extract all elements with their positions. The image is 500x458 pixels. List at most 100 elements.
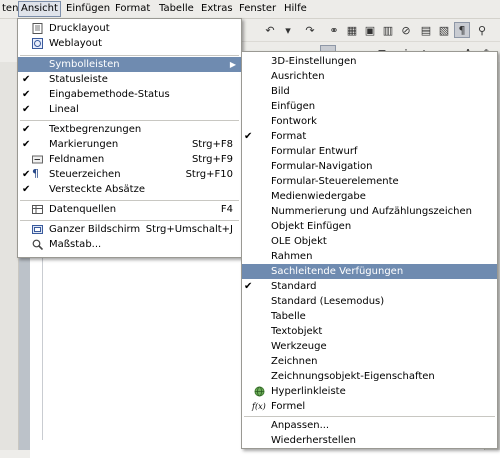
menu-item-label: Lineal (49, 104, 79, 115)
formatting-marks-icon[interactable]: ¶ (454, 22, 470, 38)
menu-item-label: Versteckte Absätze (49, 184, 146, 195)
navigator-icon[interactable]: ⊘ (398, 22, 414, 38)
submenu-item-bullets-numbering[interactable]: Nummerierung und Aufzählungszeichen (242, 204, 497, 219)
submenu-item-customize[interactable]: Anpassen... (242, 418, 497, 433)
checkmark-icon: ✔ (244, 281, 253, 292)
menu-item-label: Ganzer Bildschirm (49, 224, 141, 235)
submenu-item-frame[interactable]: Rahmen (242, 249, 497, 264)
menu-item-label: Textobjekt (271, 326, 323, 337)
submenu-item-drawing[interactable]: Zeichnen (242, 354, 497, 369)
menu-bar: ten Ansicht Einfügen Format Tabelle Extr… (0, 0, 500, 19)
menu-format[interactable]: Format (113, 2, 152, 16)
menu-item-label: Weblayout (49, 38, 103, 49)
menu-item-data-sources[interactable]: Datenquellen F4 (18, 202, 241, 217)
menu-item-label: Datenquellen (49, 204, 117, 215)
menu-insert[interactable]: Einfügen (64, 2, 112, 16)
standard-toolbar: ↶ ▾ ↷ ⚭ ▦ ▣ ▥ ⊘ ▤ ▧ ¶ ⚲ (240, 19, 500, 42)
menu-separator (244, 416, 495, 417)
menu-item-label: Statusleiste (49, 74, 108, 85)
menu-item-ruler[interactable]: ✔ Lineal (18, 102, 241, 117)
web-layout-icon (32, 38, 43, 49)
menu-item-hidden-paragraphs[interactable]: ✔ Versteckte Absätze (18, 182, 241, 197)
menu-separator (20, 120, 239, 121)
dropdown-arrow-icon[interactable]: ▾ (280, 22, 296, 38)
submenu-item-formula[interactable]: f(x) Formel (242, 399, 497, 414)
data-sources-toolbar-icon[interactable]: ▧ (436, 22, 452, 38)
submenu-item-media-playback[interactable]: Medienwiedergabe (242, 189, 497, 204)
menu-item-label: Sachleitende Verfügungen (271, 266, 404, 277)
full-screen-icon (32, 224, 43, 235)
submenu-item-standard[interactable]: ✔ Standard (242, 279, 497, 294)
menu-item-label: Hyperlinkleiste (271, 386, 346, 397)
menu-item-toolbars[interactable]: Symbolleisten ▶ (18, 57, 241, 72)
chart-icon[interactable]: ▥ (380, 22, 396, 38)
menu-window[interactable]: Fenster (237, 2, 278, 16)
field-names-icon (32, 154, 43, 165)
menu-item-label: Wiederherstellen (271, 435, 356, 446)
menu-item-print-layout[interactable]: Drucklayout (18, 21, 241, 36)
menu-item-status-bar[interactable]: ✔ Statusleiste (18, 72, 241, 87)
menu-item-label: Ausrichten (271, 71, 325, 82)
submenu-item-3d-settings[interactable]: 3D-Einstellungen (242, 54, 497, 69)
data-sources-icon (32, 204, 43, 215)
toolbars-submenu: 3D-Einstellungen Ausrichten Bild Einfüge… (241, 51, 498, 449)
submenu-item-format[interactable]: ✔ Format (242, 129, 497, 144)
view-menu: Drucklayout Weblayout Symbolleisten ▶ ✔ … (17, 18, 242, 258)
formula-fx-icon: f(x) (252, 402, 266, 411)
menu-item-web-layout[interactable]: Weblayout (18, 36, 241, 51)
menu-item-label: Feldnamen (49, 154, 105, 165)
menu-item-label: Einfügen (271, 101, 316, 112)
hyperlink-icon[interactable]: ⚭ (326, 22, 342, 38)
submenu-item-align[interactable]: Ausrichten (242, 69, 497, 84)
submenu-item-table[interactable]: Tabelle (242, 309, 497, 324)
image-icon[interactable]: ▣ (362, 22, 378, 38)
menu-item-label: Maßstab... (49, 239, 102, 250)
submenu-item-form-design[interactable]: Formular Entwurf (242, 144, 497, 159)
redo-icon[interactable]: ↷ (302, 22, 318, 38)
checkmark-icon: ✔ (22, 169, 31, 180)
menu-item-full-screen[interactable]: Ganzer Bildschirm Strg+Umschalt+J (18, 222, 241, 237)
submenu-item-reset[interactable]: Wiederherstellen (242, 433, 497, 448)
submenu-item-drawing-object-properties[interactable]: Zeichnungsobjekt-Eigenschaften (242, 369, 497, 384)
menu-separator (20, 220, 239, 221)
menu-item-label: Objekt Einfügen (271, 221, 352, 232)
submenu-item-picture[interactable]: Bild (242, 84, 497, 99)
menu-item-label: Formular-Navigation (271, 161, 373, 172)
submenu-item-ole-object[interactable]: OLE Objekt (242, 234, 497, 249)
hyperlink-bar-icon (254, 386, 265, 397)
undo-icon[interactable]: ↶ (262, 22, 278, 38)
menu-item-label: OLE Objekt (271, 236, 327, 247)
menu-item-formatting-marks[interactable]: ✔ ¶ Steuerzeichen Strg+F10 (18, 167, 241, 182)
menu-item-field-names[interactable]: Feldnamen Strg+F9 (18, 152, 241, 167)
submenu-item-track-changes[interactable]: Sachleitende Verfügungen (242, 264, 497, 279)
submenu-item-form-navigation[interactable]: Formular-Navigation (242, 159, 497, 174)
menu-item-shortcut: Strg+F9 (191, 154, 233, 165)
menu-view[interactable]: Ansicht (18, 1, 61, 17)
zoom-toolbar-icon[interactable]: ⚲ (474, 22, 490, 38)
menu-item-label: Anpassen... (271, 420, 330, 431)
submenu-item-fontwork[interactable]: Fontwork (242, 114, 497, 129)
zoom-icon (32, 239, 44, 251)
submenu-item-insert[interactable]: Einfügen (242, 99, 497, 114)
menu-item-field-shadings[interactable]: ✔ Markierungen Strg+F8 (18, 137, 241, 152)
menu-help[interactable]: Hilfe (282, 2, 309, 16)
menu-item-label: Standard (271, 281, 317, 292)
menu-item-zoom[interactable]: Maßstab... (18, 237, 241, 252)
menu-item-text-boundaries[interactable]: ✔ Textbegrenzungen (18, 122, 241, 137)
menu-item-label: Nummerierung und Aufzählungszeichen (271, 206, 472, 217)
menu-item-input-method-status[interactable]: ✔ Eingabemethode-Status (18, 87, 241, 102)
menu-tools[interactable]: Extras (199, 2, 235, 16)
menu-item-label: Formular-Steuerelemente (271, 176, 399, 187)
submenu-item-standard-view-mode[interactable]: Standard (Lesemodus) (242, 294, 497, 309)
menu-item-label: Steuerzeichen (49, 169, 121, 180)
menu-table[interactable]: Tabelle (157, 2, 196, 16)
table-icon[interactable]: ▦ (344, 22, 360, 38)
gallery-icon[interactable]: ▤ (418, 22, 434, 38)
submenu-item-form-controls[interactable]: Formular-Steuerelemente (242, 174, 497, 189)
checkmark-icon: ✔ (22, 89, 31, 100)
submenu-item-insert-object[interactable]: Objekt Einfügen (242, 219, 497, 234)
submenu-item-text-object[interactable]: Textobjekt (242, 324, 497, 339)
menu-item-label: Format (271, 131, 307, 142)
submenu-item-tools[interactable]: Werkzeuge (242, 339, 497, 354)
submenu-item-hyperlink-bar[interactable]: Hyperlinkleiste (242, 384, 497, 399)
